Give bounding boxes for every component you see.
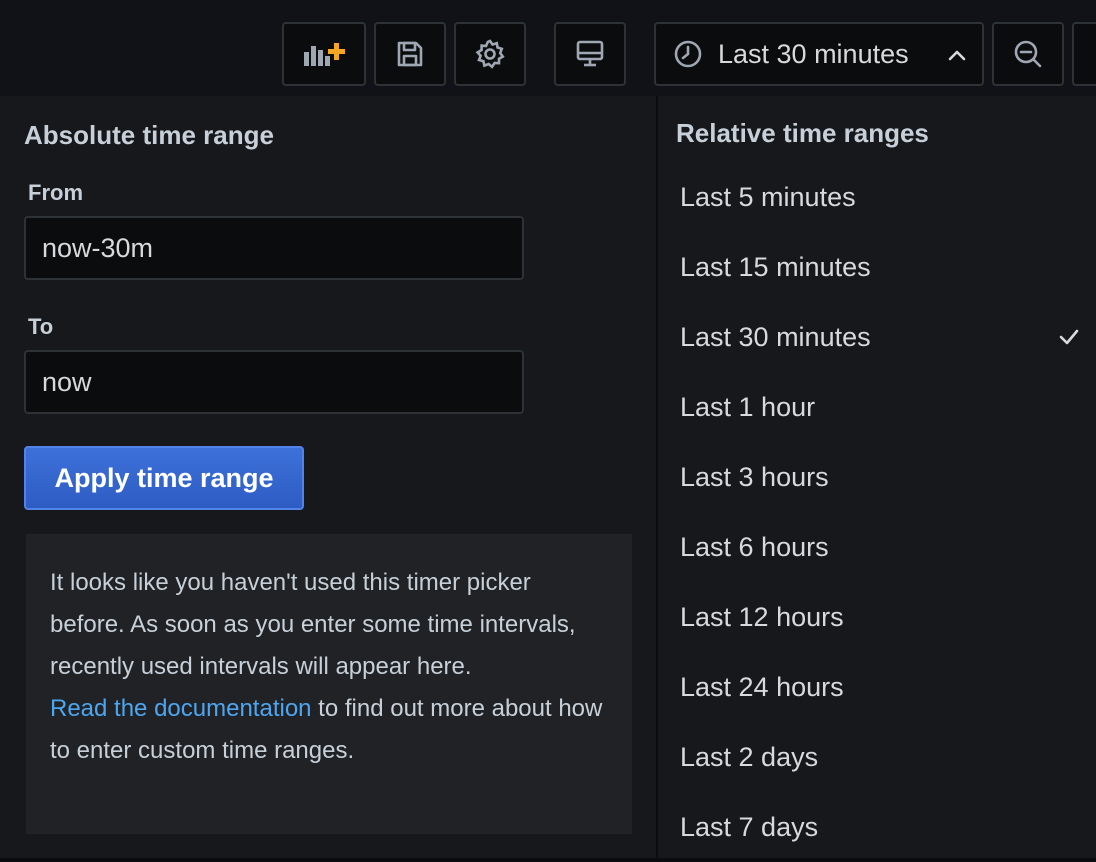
time-picker-label: Last 30 minutes: [718, 38, 909, 69]
from-input[interactable]: [24, 216, 524, 280]
time-picker-button[interactable]: Last 30 minutes: [654, 22, 984, 86]
dashboard-toolbar: Last 30 minutes: [0, 0, 1096, 96]
relative-range-item[interactable]: Last 7 days: [680, 792, 1080, 862]
help-text: It looks like you haven't used this time…: [50, 569, 576, 680]
tv-mode-button[interactable]: [554, 22, 626, 86]
absolute-range-title: Absolute time range: [24, 120, 274, 150]
chevron-up-icon: [948, 50, 966, 61]
gear-icon: [475, 39, 505, 69]
relative-range-title: Relative time ranges: [676, 118, 929, 148]
zoom-out-icon: [1014, 40, 1042, 68]
relative-range-item[interactable]: Last 12 hours: [680, 582, 1080, 652]
from-label: From: [28, 180, 83, 205]
to-input[interactable]: [24, 350, 524, 414]
relative-range-item-selected[interactable]: Last 30 minutes: [680, 302, 1080, 372]
relative-range-item[interactable]: Last 3 hours: [680, 442, 1080, 512]
absolute-range-pane: Absolute time range From To Apply time r…: [0, 96, 656, 858]
to-label: To: [28, 314, 54, 339]
relative-range-item[interactable]: Last 5 minutes: [680, 162, 1080, 232]
relative-range-list: Last 5 minutes Last 15 minutes Last 30 m…: [680, 162, 1080, 862]
checkmark-icon: [1059, 329, 1079, 345]
time-picker-panel: Absolute time range From To Apply time r…: [0, 96, 1096, 858]
apply-time-range-button[interactable]: Apply time range: [24, 446, 304, 510]
zoom-out-button[interactable]: [992, 22, 1064, 86]
relative-range-item[interactable]: Last 6 hours: [680, 512, 1080, 582]
add-panel-button[interactable]: [282, 22, 366, 86]
relative-range-item[interactable]: Last 1 hour: [680, 372, 1080, 442]
relative-range-item[interactable]: Last 24 hours: [680, 652, 1080, 722]
clock-icon: [674, 40, 702, 68]
save-icon: [397, 41, 423, 67]
tv-mode-icon: [576, 40, 604, 67]
relative-range-item[interactable]: Last 2 days: [680, 722, 1080, 792]
relative-range-pane: Relative time ranges Last 5 minutes Last…: [656, 96, 1096, 858]
refresh-button[interactable]: [1072, 22, 1096, 86]
relative-range-item[interactable]: Last 15 minutes: [680, 232, 1080, 302]
documentation-link[interactable]: Read the documentation: [50, 695, 312, 722]
add-panel-icon: [304, 43, 345, 66]
recent-ranges-help: It looks like you haven't used this time…: [26, 534, 632, 834]
save-dashboard-button[interactable]: [374, 22, 446, 86]
dashboard-settings-button[interactable]: [454, 22, 526, 86]
